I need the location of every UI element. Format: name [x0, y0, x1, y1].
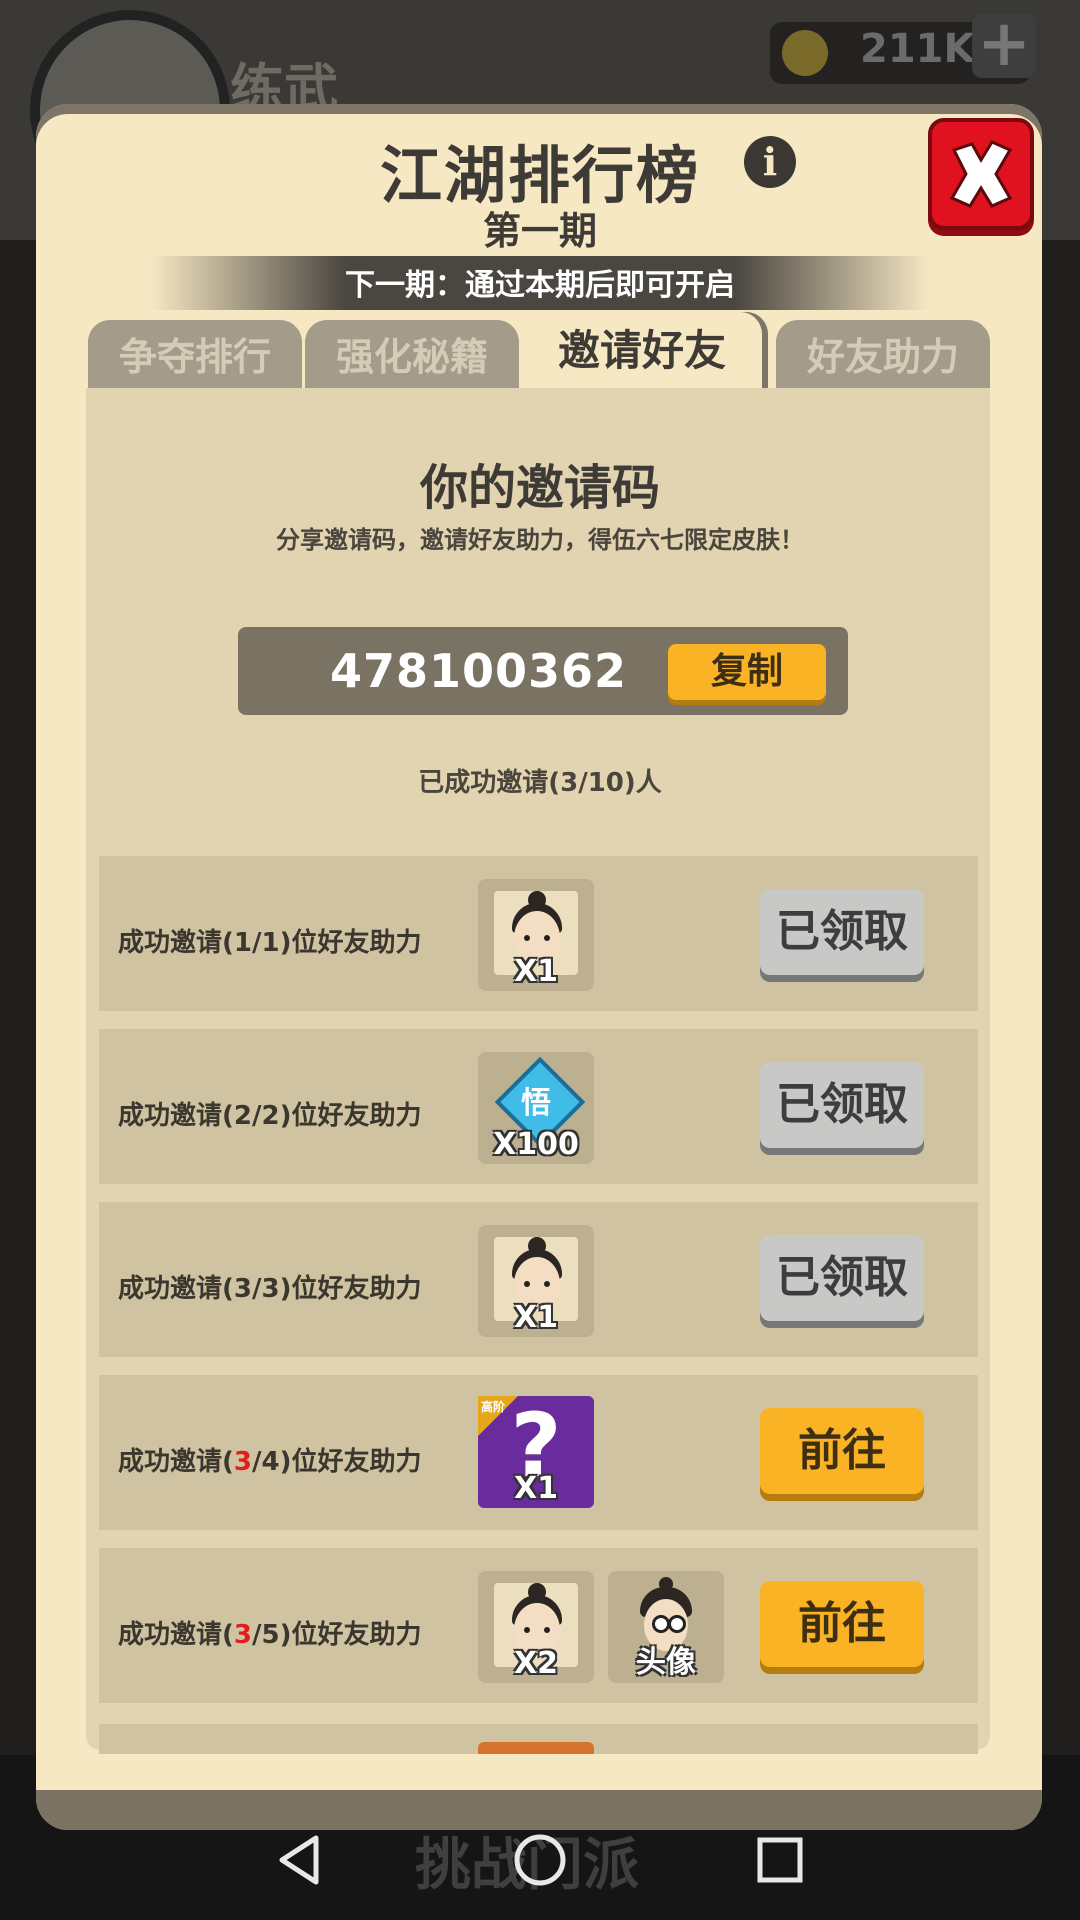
tab-enhance-manual[interactable]: 强化秘籍: [305, 320, 519, 390]
reward-condition: 成功邀请(3/5)位好友助力: [118, 1620, 422, 1650]
reward-condition: 成功邀请(3/4)位好友助力: [118, 1447, 422, 1477]
reward-item[interactable]: 悟 X100: [478, 1052, 594, 1164]
period-label: 第一期: [482, 209, 597, 253]
next-period-text: 下一期：通过本期后即可开启: [345, 268, 735, 303]
add-coins-button[interactable]: +: [972, 12, 1036, 78]
close-button[interactable]: [928, 118, 1034, 230]
reward-item[interactable]: 头像: [608, 1571, 724, 1683]
reward-item[interactable]: X2: [478, 1571, 594, 1683]
reward-condition: 成功邀请(3/3)位好友助力: [118, 1274, 422, 1304]
reward-quantity: X2: [513, 1646, 558, 1681]
info-icon[interactable]: i: [744, 136, 796, 188]
reward-item[interactable]: X1: [478, 1225, 594, 1337]
close-icon: [949, 140, 1013, 208]
reward-item-partial: [478, 1742, 594, 1754]
copy-button[interactable]: 复制: [668, 644, 826, 700]
invited-count: 已成功邀请(3/10)人: [418, 768, 662, 798]
coin-icon: [782, 30, 828, 76]
reward-condition: 成功邀请(1/1)位好友助力: [118, 928, 422, 958]
claimed-button[interactable]: 已领取: [760, 889, 924, 975]
go-button[interactable]: 前往: [760, 1408, 924, 1494]
dialog-bottom-edge: [36, 1790, 1042, 1830]
tab-compete-ranking[interactable]: 争夺排行: [88, 320, 302, 390]
coin-amount: 211K: [860, 26, 975, 72]
tab-invite-friends[interactable]: 邀请好友: [522, 312, 762, 390]
invite-code-description: 分享邀请码，邀请好友助力，得伍六七限定皮肤！: [276, 526, 804, 554]
claimed-button[interactable]: 已领取: [760, 1062, 924, 1148]
tab-friend-assist[interactable]: 好友助力: [776, 320, 990, 390]
claimed-button[interactable]: 已领取: [760, 1235, 924, 1321]
diamond-symbol: 悟: [521, 1086, 551, 1121]
reward-item[interactable]: ? 高阶 X1: [478, 1396, 594, 1508]
home-nav-icon[interactable]: [510, 1830, 570, 1890]
invite-code-heading: 你的邀请码: [419, 460, 660, 516]
reward-quantity: X1: [513, 954, 558, 989]
recents-nav-icon[interactable]: [750, 1830, 810, 1890]
back-nav-icon[interactable]: [270, 1830, 330, 1890]
go-button[interactable]: 前往: [760, 1581, 924, 1667]
reward-quantity: X100: [493, 1127, 579, 1162]
reward-item[interactable]: X1: [478, 879, 594, 991]
invite-code-value: 478100362: [330, 644, 628, 698]
reward-quantity: X1: [513, 1471, 558, 1506]
tier-tag-label: 高阶: [481, 1400, 506, 1414]
reward-quantity: 头像: [636, 1645, 696, 1680]
reward-condition: 成功邀请(2/2)位好友助力: [118, 1101, 422, 1131]
reward-quantity: X1: [513, 1300, 558, 1335]
